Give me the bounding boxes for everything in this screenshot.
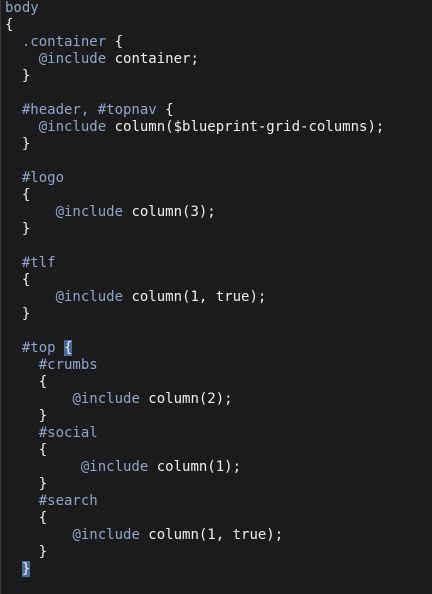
code-line[interactable]: { <box>5 272 30 289</box>
code-line[interactable]: #header, #topnav { <box>5 102 174 119</box>
code-line[interactable]: @include column(1, true); <box>5 527 283 544</box>
code-line[interactable]: .container { <box>5 34 123 51</box>
code-line[interactable]: #tlf <box>5 255 56 272</box>
code-line[interactable]: #logo <box>5 170 64 187</box>
code-line[interactable]: } <box>5 561 31 578</box>
code-line[interactable]: body <box>5 0 39 17</box>
code-line[interactable]: } <box>5 476 47 493</box>
code-line[interactable]: { <box>5 374 47 391</box>
code-line[interactable]: } <box>5 136 30 153</box>
code-line[interactable]: #crumbs <box>5 357 98 374</box>
code-line[interactable]: { <box>5 187 30 204</box>
code-line[interactable]: } <box>5 408 47 425</box>
code-line[interactable]: @include column(2); <box>5 391 232 408</box>
vertical-scrollbar[interactable] <box>428 0 432 594</box>
code-editor[interactable]: body{ .container { @include container; }… <box>0 0 432 594</box>
code-line[interactable]: @include container; <box>5 51 199 68</box>
code-line[interactable]: @include column(1); <box>5 459 241 476</box>
code-line[interactable]: #search <box>5 493 98 510</box>
code-line[interactable]: } <box>5 306 30 323</box>
code-line[interactable]: } <box>5 68 30 85</box>
code-line[interactable]: { <box>5 442 47 459</box>
code-line[interactable]: #social <box>5 425 98 442</box>
code-line[interactable]: { <box>5 17 13 34</box>
code-line[interactable]: } <box>5 544 47 561</box>
code-line[interactable]: } <box>5 221 30 238</box>
code-line[interactable]: #top { <box>5 340 73 357</box>
code-line[interactable]: @include column(3); <box>5 204 216 221</box>
code-line[interactable]: { <box>5 510 47 527</box>
code-line[interactable]: @include column(1, true); <box>5 289 267 306</box>
code-line[interactable]: @include column($blueprint-grid-columns)… <box>5 119 385 136</box>
